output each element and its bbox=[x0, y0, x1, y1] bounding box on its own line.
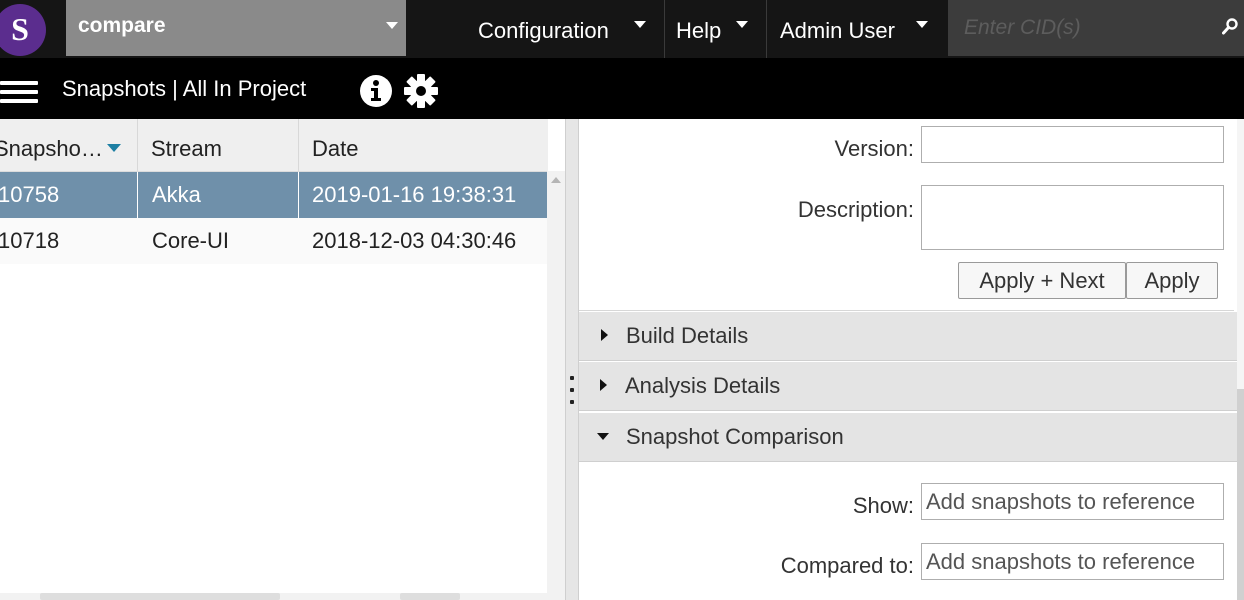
compared-to-input[interactable] bbox=[921, 543, 1224, 580]
snapshot-table: Snapsho… Stream Date 10758 Akka 2019-01-… bbox=[0, 119, 565, 600]
table-row[interactable]: 10718 Core-UI 2018-12-03 04:30:46 bbox=[0, 218, 548, 264]
caret-down-icon bbox=[597, 433, 609, 440]
chevron-down-icon bbox=[916, 21, 928, 28]
chevron-down-icon bbox=[736, 21, 748, 28]
caret-right-icon bbox=[601, 329, 608, 341]
column-header-label: Snapsho… bbox=[0, 136, 103, 161]
table-header: Snapsho… Stream Date bbox=[0, 119, 548, 172]
pane-splitter[interactable] bbox=[565, 119, 579, 600]
cid-search-input[interactable] bbox=[948, 0, 1244, 56]
cell-stream: Core-UI bbox=[152, 228, 230, 253]
divider bbox=[664, 0, 665, 58]
table-row[interactable]: 10758 Akka 2019-01-16 19:38:31 bbox=[0, 172, 548, 218]
column-header-date[interactable]: Date bbox=[298, 119, 548, 171]
sort-descending-icon[interactable] bbox=[106, 144, 121, 153]
splitter-grip-dot bbox=[570, 388, 574, 392]
apply-next-button[interactable]: Apply + Next bbox=[958, 262, 1126, 299]
splitter-grip-dot bbox=[570, 376, 574, 380]
section-build-details[interactable]: Build Details bbox=[579, 312, 1237, 361]
cell-snapshot-id: 10718 bbox=[0, 228, 60, 253]
section-label: Analysis Details bbox=[625, 373, 781, 398]
splitter-grip-dot bbox=[570, 400, 574, 404]
version-input[interactable] bbox=[921, 126, 1224, 163]
column-header-snapshot[interactable]: Snapsho… bbox=[0, 119, 137, 171]
divider bbox=[766, 0, 767, 58]
chevron-down-icon bbox=[386, 22, 398, 29]
section-analysis-details[interactable]: Analysis Details bbox=[579, 362, 1237, 411]
app-logo[interactable]: S bbox=[0, 4, 46, 56]
section-label: Build Details bbox=[626, 323, 749, 348]
hamburger-menu-icon[interactable] bbox=[0, 81, 38, 108]
compared-to-label: Compared to: bbox=[780, 553, 914, 578]
section-label: Snapshot Comparison bbox=[626, 424, 844, 449]
top-bar: S compare Configuration Help Admin User bbox=[0, 0, 1244, 58]
show-label: Show: bbox=[852, 493, 914, 518]
menu-configuration[interactable]: Configuration bbox=[478, 0, 664, 58]
menu-help[interactable]: Help bbox=[676, 0, 766, 58]
menu-help-label: Help bbox=[676, 18, 722, 43]
scrollbar-thumb[interactable] bbox=[1237, 389, 1244, 600]
cell-date: 2019-01-16 19:38:31 bbox=[298, 172, 548, 218]
column-header-label: Date bbox=[312, 136, 359, 161]
caret-right-icon bbox=[600, 379, 607, 391]
search-icon[interactable] bbox=[1222, 18, 1238, 36]
gear-icon[interactable] bbox=[403, 73, 439, 109]
column-header-label: Stream bbox=[151, 136, 222, 161]
project-name: compare bbox=[78, 14, 166, 37]
scrollbar-thumb[interactable] bbox=[40, 593, 280, 600]
description-textarea[interactable] bbox=[921, 185, 1224, 250]
section-snapshot-comparison[interactable]: Snapshot Comparison bbox=[579, 413, 1237, 462]
description-label: Description: bbox=[797, 197, 914, 222]
menu-admin-user[interactable]: Admin User bbox=[780, 0, 948, 58]
column-header-stream[interactable]: Stream bbox=[137, 119, 298, 171]
divider bbox=[579, 310, 1234, 311]
scroll-up-arrow-icon[interactable] bbox=[551, 177, 561, 183]
cell-stream: Akka bbox=[137, 172, 298, 218]
sub-bar: Snapshots | All In Project bbox=[0, 58, 1244, 119]
table-vertical-scrollbar[interactable] bbox=[547, 171, 565, 600]
version-label: Version: bbox=[834, 136, 915, 161]
chevron-down-icon bbox=[634, 21, 646, 28]
cell-snapshot-id: 10758 bbox=[0, 182, 60, 207]
apply-button[interactable]: Apply bbox=[1126, 262, 1218, 299]
scrollbar-thumb[interactable] bbox=[400, 593, 460, 600]
menu-admin-user-label: Admin User bbox=[780, 18, 895, 43]
details-scrollbar[interactable] bbox=[1237, 119, 1244, 600]
snapshot-details-panel: Version: Description: Apply + Next Apply… bbox=[579, 119, 1244, 600]
info-icon[interactable] bbox=[359, 74, 393, 108]
table-horizontal-scrollbar[interactable] bbox=[0, 593, 548, 600]
show-snapshots-input[interactable] bbox=[921, 483, 1224, 520]
menu-configuration-label: Configuration bbox=[478, 18, 609, 43]
project-selector[interactable]: compare bbox=[66, 0, 406, 56]
cell-date: 2018-12-03 04:30:46 bbox=[312, 228, 517, 253]
view-title: Snapshots | All In Project bbox=[62, 76, 307, 101]
